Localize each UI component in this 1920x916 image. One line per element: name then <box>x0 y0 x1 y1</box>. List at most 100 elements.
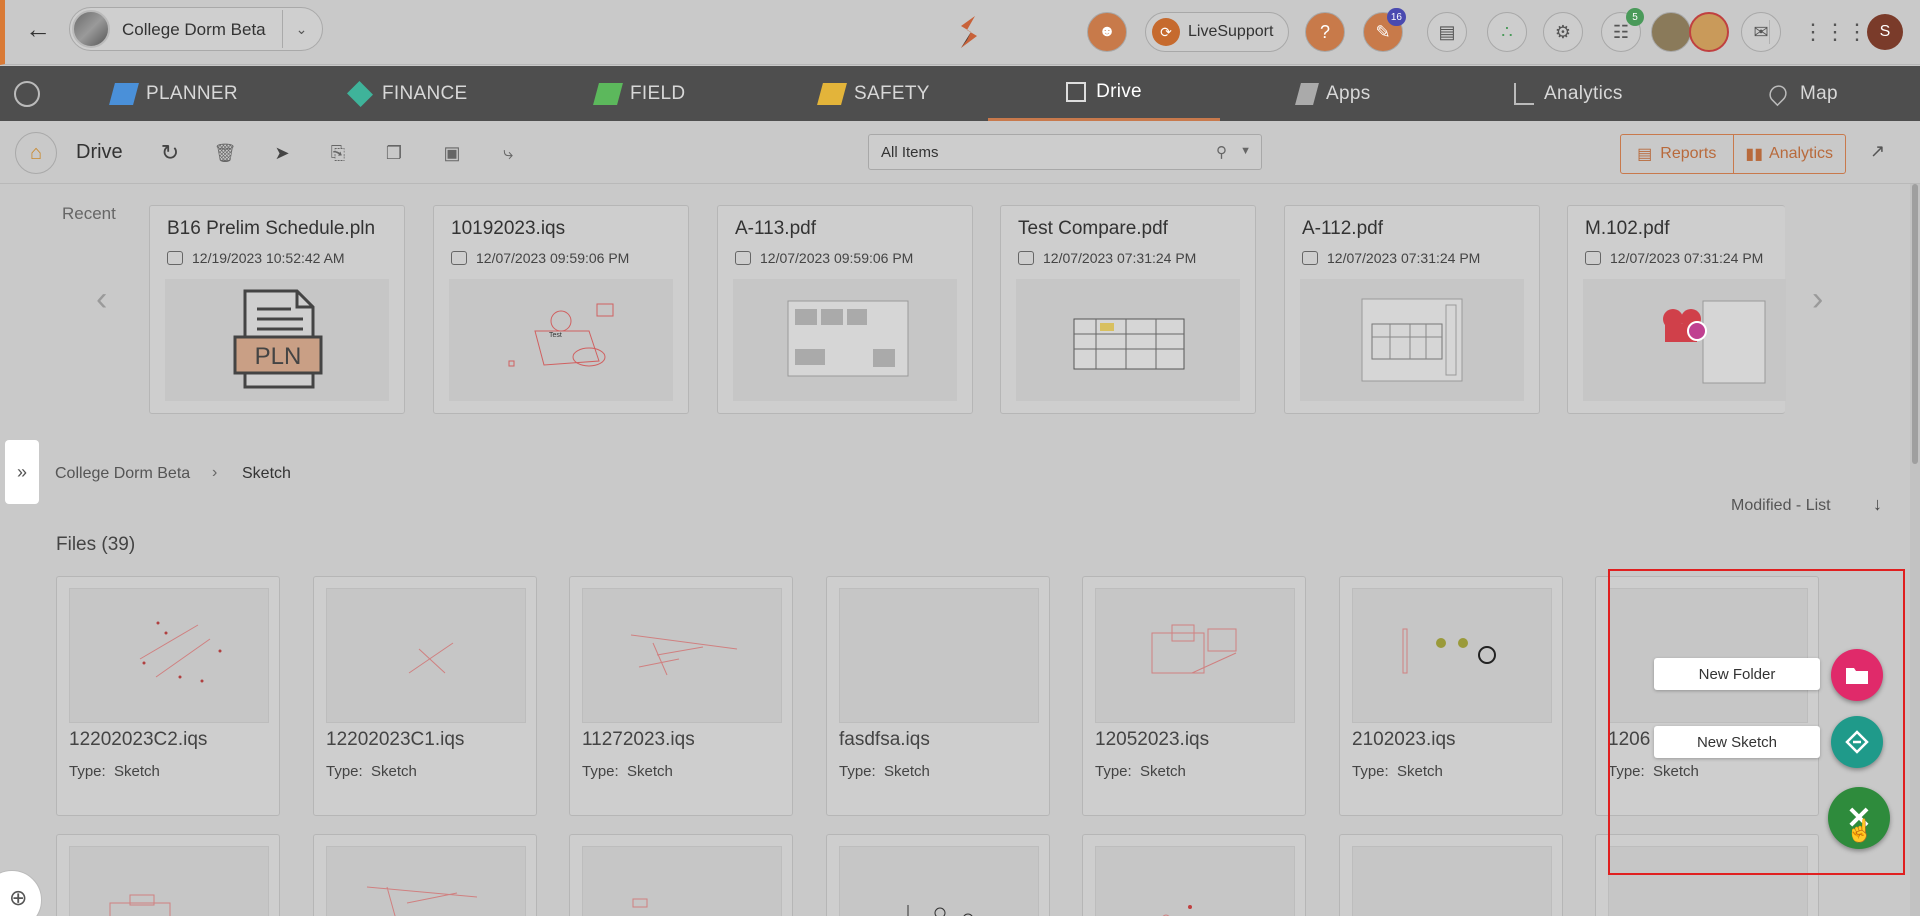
file-name: 12202023C2.iqs <box>69 729 208 750</box>
file-card[interactable] <box>1339 834 1563 916</box>
recent-date-text: 12/07/2023 07:31:24 PM <box>1610 250 1764 266</box>
share-icon[interactable]: ⤷ <box>494 139 522 167</box>
reports-button[interactable]: ▤ Reports <box>1621 135 1733 173</box>
recent-card[interactable]: 10192023.iqs 12/07/2023 09:59:06 PM Test <box>433 205 689 414</box>
recent-date: 12/07/2023 07:31:24 PM <box>1585 250 1763 266</box>
scrollbar[interactable] <box>1910 184 1920 916</box>
file-card[interactable] <box>313 834 537 916</box>
team-avatar-2[interactable] <box>1689 12 1729 52</box>
tab-analytics[interactable]: Analytics <box>1514 66 1623 121</box>
network-icon[interactable]: ∴ <box>1487 12 1527 52</box>
apps-grid-icon[interactable]: ⋮⋮⋮ <box>1802 12 1868 52</box>
help-icon[interactable]: ? <box>1305 12 1345 52</box>
filter-value: All Items <box>881 144 939 161</box>
recent-card[interactable]: A-112.pdf 12/07/2023 07:31:24 PM <box>1284 205 1540 414</box>
tab-drive[interactable]: Drive <box>988 66 1220 121</box>
tab-apps[interactable]: Apps <box>1295 66 1371 121</box>
refresh-icon[interactable]: ↻ <box>156 139 184 167</box>
sketch-preview: Test <box>508 303 614 367</box>
search-icon[interactable]: ⚲ <box>1216 143 1227 161</box>
recent-date: 12/07/2023 09:59:06 PM <box>735 250 913 266</box>
file-type: Type: Sketch <box>839 763 930 780</box>
recent-date: 12/19/2023 10:52:42 AM <box>167 250 345 266</box>
settings-icon[interactable]: ⚙ <box>1543 12 1583 52</box>
bar-chart-icon: ▮▮ <box>1745 146 1764 163</box>
file-card[interactable]: fasdfsa.iqs Type: Sketch <box>826 576 1050 816</box>
file-card[interactable] <box>826 834 1050 916</box>
calendar-clock-icon <box>451 251 467 265</box>
recent-name: B16 Prelim Schedule.pln <box>167 218 376 239</box>
file-thumbnail <box>326 846 526 916</box>
recent-date-text: 12/07/2023 07:31:24 PM <box>1327 250 1481 266</box>
user-avatar[interactable]: S <box>1867 14 1903 50</box>
file-card[interactable]: 12202023C1.iqs Type: Sketch <box>313 576 537 816</box>
files-title: Files (39) <box>56 534 136 555</box>
dashboard-icon[interactable] <box>14 81 40 107</box>
analytics-label: Analytics <box>1769 145 1834 162</box>
recent-card[interactable]: Test Compare.pdf 12/07/2023 07:31:24 PM <box>1000 205 1256 414</box>
file-card[interactable] <box>1082 834 1306 916</box>
live-support-button[interactable]: ⟳ LiveSupport <box>1145 12 1289 52</box>
scrollbar-thumb[interactable] <box>1912 184 1918 464</box>
trash-icon[interactable]: 🗑 <box>211 139 239 167</box>
camera-folder-icon[interactable]: ▣ <box>438 139 466 167</box>
tab-apps-label: Apps <box>1326 82 1371 104</box>
file-thumbnail <box>582 588 782 723</box>
copy-file-icon[interactable]: ⎘ <box>324 139 352 167</box>
recent-name: 10192023.iqs <box>451 218 566 239</box>
file-card[interactable] <box>56 834 280 916</box>
external-link-icon[interactable]: ↗ <box>1870 141 1885 162</box>
tab-map[interactable]: Map <box>1765 66 1838 121</box>
recent-thumbnail <box>1016 279 1240 401</box>
robot-assistant-icon[interactable]: ☻ <box>1087 12 1127 52</box>
recent-date: 12/07/2023 07:31:24 PM <box>1302 250 1480 266</box>
file-thumbnail <box>1352 846 1552 916</box>
recent-card[interactable]: A-113.pdf 12/07/2023 09:59:06 PM <box>717 205 973 414</box>
new-folder-label[interactable]: New Folder <box>1654 658 1820 690</box>
chevron-down-icon[interactable]: ⌄ <box>282 10 320 48</box>
new-sketch-button[interactable] <box>1831 716 1883 768</box>
sort-label[interactable]: Modified - List <box>1731 497 1831 515</box>
recent-card[interactable]: M.102.pdf 12/07/2023 07:31:24 PM <box>1567 205 1786 414</box>
new-sketch-label[interactable]: New Sketch <box>1654 726 1820 758</box>
sketch-icon[interactable]: ➤ <box>268 139 296 167</box>
back-arrow-icon[interactable]: ← <box>23 14 53 44</box>
chevron-right-icon[interactable]: › <box>1812 280 1823 319</box>
document-icon[interactable]: ▤ <box>1427 12 1467 52</box>
analytics-button[interactable]: ▮▮ Analytics <box>1732 135 1846 173</box>
add-widget-button[interactable]: ⊕ <box>0 870 42 916</box>
file-card[interactable] <box>569 834 793 916</box>
new-folder-button[interactable] <box>1831 649 1883 701</box>
caret-down-icon[interactable]: ▼ <box>1240 145 1251 157</box>
plus-circle-icon: ⊕ <box>9 885 28 910</box>
pln-file-icon: PLN <box>233 289 323 389</box>
file-card[interactable]: 12052023.iqs Type: Sketch <box>1082 576 1306 816</box>
breadcrumb-root[interactable]: College Dorm Beta <box>55 465 190 483</box>
file-card[interactable]: 11272023.iqs Type: Sketch <box>569 576 793 816</box>
tab-map-label: Map <box>1800 82 1838 104</box>
cart-icon[interactable]: ☷ 5 <box>1601 8 1644 52</box>
recent-thumbnail <box>1583 279 1786 401</box>
duplicate-icon[interactable]: ❐ <box>380 139 408 167</box>
file-name: fasdfsa.iqs <box>839 729 930 750</box>
expand-panel-icon[interactable]: » <box>5 440 39 504</box>
tab-field[interactable]: FIELD <box>593 66 685 121</box>
file-card[interactable]: 2102023.iqs Type: Sketch <box>1339 576 1563 816</box>
file-card[interactable]: 12202023C2.iqs Type: Sketch <box>56 576 280 816</box>
file-name: 11272023.iqs <box>582 729 695 750</box>
tab-safety[interactable]: SAFETY <box>817 66 930 121</box>
chat-icon[interactable]: ✉ <box>1741 12 1781 52</box>
team-avatar-1[interactable] <box>1651 12 1691 52</box>
file-thumbnail <box>326 588 526 723</box>
project-selector[interactable]: College Dorm Beta ⌄ <box>69 7 323 51</box>
home-icon[interactable]: ⌂ <box>15 132 57 174</box>
recent-card[interactable]: B16 Prelim Schedule.pln 12/19/2023 10:52… <box>149 205 405 414</box>
chevron-left-icon[interactable]: ‹ <box>96 280 107 319</box>
filter-select[interactable]: All Items ⚲ ▼ <box>868 134 1262 170</box>
notifications-icon[interactable]: ✎ 16 <box>1363 8 1406 52</box>
sketch-preview <box>366 886 478 916</box>
tab-planner[interactable]: PLANNER <box>109 66 238 121</box>
pdf-preview <box>1073 318 1185 370</box>
tab-finance[interactable]: FINANCE <box>346 66 468 121</box>
sort-arrow-down-icon[interactable]: ↓ <box>1873 494 1882 515</box>
